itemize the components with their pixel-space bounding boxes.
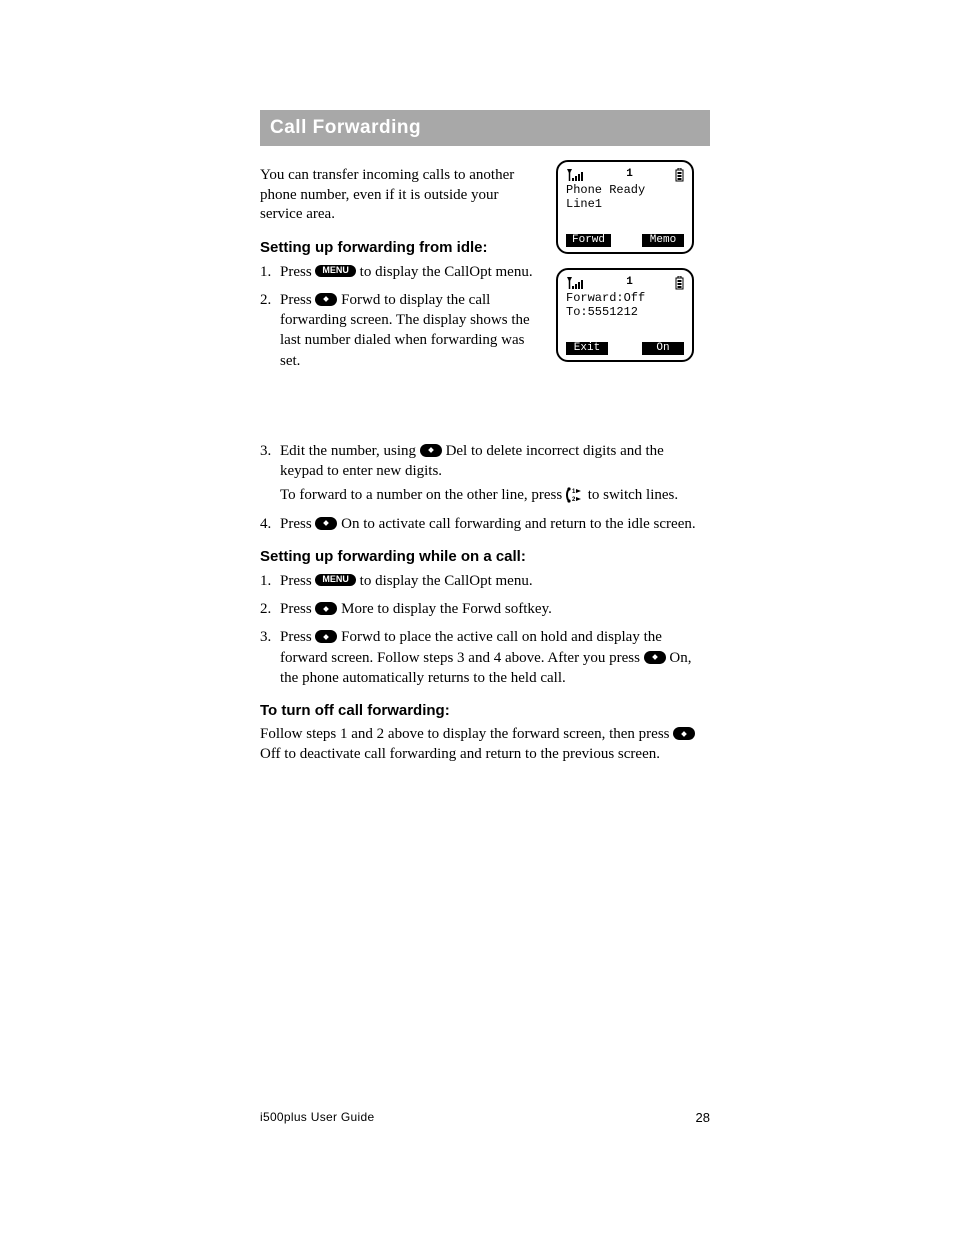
step-text: to display the CallOpt menu. xyxy=(356,264,533,280)
softkey-button-icon xyxy=(673,727,695,740)
heading-setup-idle: Setting up forwarding from idle: xyxy=(260,239,710,256)
page-number: 28 xyxy=(696,1110,710,1125)
section-title: Call Forwarding xyxy=(270,117,421,138)
turn-off-text: Follow steps 1 and 2 above to display th… xyxy=(260,726,673,742)
section-title-bar: Call Forwarding xyxy=(260,110,710,146)
line-switch-icon: 1 2 xyxy=(566,486,584,504)
step-number: 3. xyxy=(260,627,280,647)
step-text: Forwd to place the active call on hold a… xyxy=(280,629,662,665)
softkey-button-icon xyxy=(315,517,337,530)
softkey-button-icon xyxy=(315,602,337,615)
step-text: More to display the Forwd softkey. xyxy=(337,601,551,617)
steps-setup-idle: 1. Press MENU to display the CallOpt men… xyxy=(260,262,710,371)
step-text: Press xyxy=(280,573,315,589)
menu-button-icon: MENU xyxy=(315,574,356,586)
softkey-button-icon xyxy=(420,444,442,457)
step-number: 2. xyxy=(260,290,280,310)
softkey-button-icon xyxy=(644,651,666,664)
softkey-button-icon xyxy=(315,293,337,306)
svg-text:2: 2 xyxy=(572,497,576,503)
step-text: Press xyxy=(280,601,315,617)
step-text: On to activate call forwarding and retur… xyxy=(337,516,695,532)
steps-setup-on-call: 1. Press MENU to display the CallOpt men… xyxy=(260,571,710,688)
heading-turn-off: To turn off call forwarding: xyxy=(260,702,710,719)
step-text: to display the CallOpt menu. xyxy=(356,573,533,589)
steps-setup-idle-cont: 3. Edit the number, using Del to delete … xyxy=(260,441,710,534)
step-number: 3. xyxy=(260,441,280,461)
step-number: 1. xyxy=(260,571,280,591)
step-text: Press xyxy=(280,292,315,308)
step-number: 1. xyxy=(260,262,280,282)
softkey-button-icon xyxy=(315,630,337,643)
step-subtext: to switch lines. xyxy=(584,487,678,503)
step-number: 4. xyxy=(260,514,280,534)
turn-off-text: Off to deactivate call forwarding and re… xyxy=(260,746,660,762)
turn-off-paragraph: Follow steps 1 and 2 above to display th… xyxy=(260,725,710,764)
menu-button-icon: MENU xyxy=(315,265,356,277)
intro-paragraph: You can transfer incoming calls to anoth… xyxy=(260,166,540,225)
step-text: Press xyxy=(280,516,315,532)
step-subtext: To forward to a number on the other line… xyxy=(280,487,566,503)
step-text: Edit the number, using xyxy=(280,443,420,459)
svg-text:1: 1 xyxy=(572,489,576,495)
step-text: Press xyxy=(280,629,315,645)
step-number: 2. xyxy=(260,599,280,619)
heading-setup-on-call: Setting up forwarding while on a call: xyxy=(260,548,710,565)
running-head: i500plus User Guide xyxy=(260,1110,374,1124)
step-text: Press xyxy=(280,264,315,280)
